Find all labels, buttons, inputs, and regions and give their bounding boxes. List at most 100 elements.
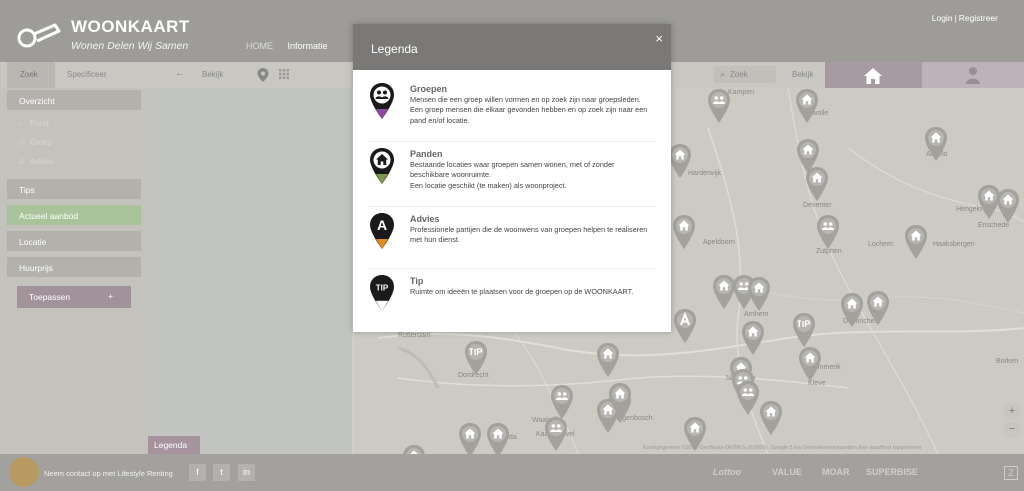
map-view-pin-icon[interactable] [256, 67, 270, 83]
sidebar-item-locatie[interactable]: Locatie [7, 231, 141, 251]
close-icon[interactable]: × [655, 31, 663, 46]
map-marker-icon[interactable] [596, 342, 620, 378]
legend-entry-title: Panden [410, 149, 443, 159]
zoom-out-button[interactable]: − [1004, 422, 1020, 438]
back-arrow-icon[interactable]: ← [175, 68, 185, 79]
bekijk-right-label[interactable]: Bekijk [792, 70, 813, 79]
map-marker-icon[interactable] [805, 166, 829, 202]
map-marker-icon[interactable] [486, 422, 510, 454]
modal-header: Legenda × [353, 24, 671, 70]
map-marker-icon[interactable] [866, 290, 890, 326]
map-marker-icon[interactable] [996, 188, 1020, 224]
auth-links: Login | Registreer [932, 13, 998, 23]
legend-entry-title: Advies [410, 214, 440, 224]
city-label: Rotterdam [398, 332, 431, 339]
filter-sidebar: Overzicht ⌂ Pand ⚇ Groep ♙ Advies Tips Actu… [0, 88, 148, 454]
zoom-in-button[interactable]: + [1004, 404, 1020, 420]
search-input[interactable]: ⌕ Zoek [714, 66, 776, 83]
tip-pin-icon: TIP [370, 275, 394, 312]
contact-link[interactable]: Neem contact op met Lifestyle Renting [44, 469, 173, 478]
partner-logo[interactable]: Lottoo [713, 467, 741, 477]
house-pin-icon [370, 148, 394, 184]
map-marker-icon[interactable] [672, 214, 696, 250]
search-icon: ⌕ [720, 69, 726, 79]
sidebar-item-actueel-aanbod[interactable]: Actueel aanbod [7, 205, 141, 225]
sidebar-overview[interactable]: Overzicht [7, 90, 141, 110]
map-marker-icon[interactable] [924, 126, 948, 162]
map-marker-icon[interactable] [816, 214, 840, 250]
nav-home[interactable]: HOME [246, 41, 273, 51]
register-link[interactable]: Registreer [959, 13, 998, 23]
map-attribution[interactable]: Kaartgegevens ©2015 GeoBasis-DE/BKG (©20… [643, 445, 921, 451]
sidebar-sub-pand[interactable]: ⌂ Pand [18, 119, 49, 128]
map-marker-icon[interactable] [741, 320, 765, 356]
sidebar-sub-groep[interactable]: ⚇ Groep [18, 138, 52, 147]
partner-logo[interactable]: MOAR [822, 467, 850, 477]
legend-entry-description: Mensen die een groep willen vormen en op… [410, 95, 648, 125]
map-marker-icon[interactable] [402, 444, 426, 454]
person-icon: ♙ [18, 157, 26, 166]
map-marker-icon[interactable] [759, 400, 783, 436]
city-label: Apeldoorn [703, 239, 735, 246]
tab-specificeer[interactable]: Specificeer [67, 70, 107, 79]
apply-button[interactable]: Toepassen + [17, 286, 131, 308]
nav-informatie[interactable]: Informatie [288, 41, 328, 51]
twitter-icon[interactable]: t [213, 464, 230, 481]
pin-color [375, 300, 389, 312]
pin-glyph: TIP [376, 284, 389, 293]
legend-entry-title: Groepen [410, 84, 448, 94]
map-marker-icon[interactable] [608, 382, 632, 418]
map-marker-icon[interactable] [673, 308, 697, 344]
house-icon: ⌂ [18, 119, 23, 128]
map-marker-icon[interactable] [792, 312, 816, 348]
legend-entry-description: Bestaande locaties waar groepen samen wo… [410, 160, 615, 190]
divider [367, 141, 657, 142]
map-marker-icon[interactable] [544, 416, 568, 452]
facebook-icon[interactable]: f [189, 464, 206, 481]
city-label: Harderwijk [688, 170, 722, 177]
map-marker-icon[interactable] [458, 422, 482, 454]
bekijk-label: Bekijk [202, 70, 224, 79]
legend-entry-description: Ruimte om ideeën te plaatsen voor de gro… [410, 287, 634, 296]
house-icon [864, 68, 882, 84]
map-marker-icon[interactable] [904, 224, 928, 260]
key-logo-icon [17, 23, 61, 48]
map-marker-icon[interactable] [668, 143, 692, 179]
map-marker-icon[interactable] [747, 276, 771, 312]
partner-logo[interactable]: VALUE [772, 467, 802, 477]
sidebar-item-tips[interactable]: Tips [7, 179, 141, 199]
user-icon [966, 67, 980, 84]
login-link[interactable]: Login [932, 13, 953, 23]
corner-logo[interactable]: Z [1004, 466, 1018, 480]
map-marker-icon[interactable] [464, 340, 488, 376]
legend-entry-description: Professionele partijen die de woonwens v… [410, 225, 648, 245]
sub-item-label: Groep [30, 138, 53, 147]
map-marker-icon[interactable] [707, 88, 731, 124]
legend-entry-title: Tip [410, 276, 424, 286]
grid-view-icon[interactable] [279, 69, 289, 79]
pin-color [376, 239, 388, 249]
tab-zoek[interactable]: Zoek [7, 62, 55, 88]
map-marker-icon[interactable] [736, 380, 760, 416]
apply-label: Toepassen [29, 292, 71, 302]
contact-avatar[interactable] [9, 457, 39, 487]
map-marker-icon[interactable] [550, 384, 574, 420]
linkedin-icon[interactable]: in [238, 464, 255, 481]
city-label: Arnhem [744, 311, 769, 318]
pin-color [376, 109, 388, 119]
map-marker-icon[interactable] [840, 292, 864, 328]
map-marker-icon[interactable] [798, 346, 822, 382]
sidebar-sub-advies[interactable]: ♙ Advies [18, 157, 54, 166]
partner-logo[interactable]: SUPERBISE [866, 467, 918, 477]
auth-separator: | [954, 13, 957, 23]
city-label: Deventer [803, 202, 832, 209]
legenda-toggle-button[interactable]: Legenda [148, 436, 200, 454]
map-marker-icon[interactable] [795, 88, 819, 124]
sidebar-item-huurprijs[interactable]: Huurprijs [7, 257, 141, 277]
sub-item-label: Pand [30, 119, 49, 128]
group-icon: ⚇ [18, 138, 26, 147]
city-label: Borken [996, 358, 1019, 365]
app-title[interactable]: WOONKAART [71, 17, 190, 37]
main-nav: HOME Informatie [246, 41, 340, 51]
user-panel-button[interactable] [922, 62, 1024, 88]
